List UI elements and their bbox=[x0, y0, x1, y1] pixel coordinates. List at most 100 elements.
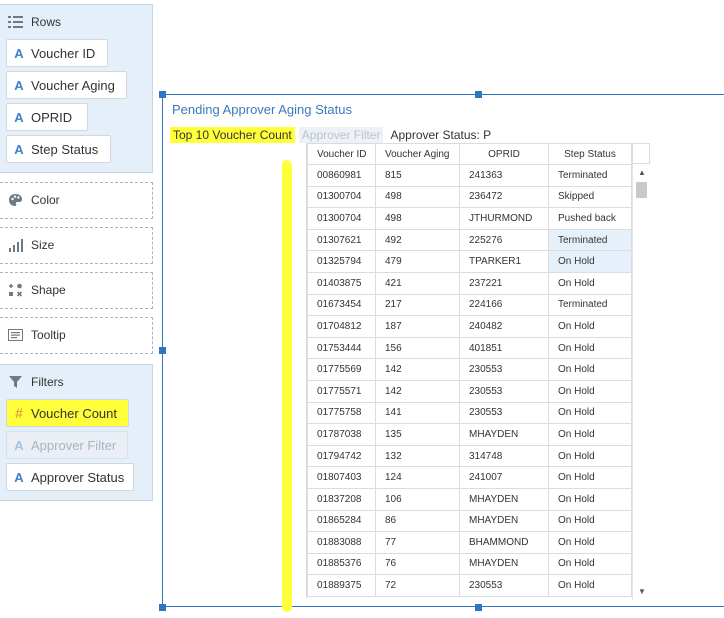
table-cell: 77 bbox=[375, 531, 460, 554]
column-header-voucher-aging[interactable]: Voucher Aging bbox=[375, 143, 460, 165]
pill-label: Step Status bbox=[31, 141, 99, 157]
row-pill-voucher-aging[interactable]: A Voucher Aging bbox=[6, 71, 127, 99]
table-cell: 01794742 bbox=[307, 444, 376, 468]
table-cell: 230553 bbox=[459, 379, 549, 403]
resize-handle-top[interactable] bbox=[475, 91, 482, 98]
table-cell: 01889375 bbox=[307, 574, 376, 597]
pill-label: Voucher Aging bbox=[31, 77, 115, 93]
shape-mark[interactable]: Shape bbox=[0, 272, 153, 309]
color-label: Color bbox=[31, 193, 60, 207]
table-cell: On Hold bbox=[548, 358, 632, 381]
table-row[interactable]: 01775569 142 230553 On Hold bbox=[307, 358, 632, 381]
table-row[interactable]: 01837208 106 MHAYDEN On Hold bbox=[307, 487, 632, 511]
table-cell: On Hold bbox=[548, 574, 632, 597]
table-cell: 72 bbox=[375, 574, 460, 597]
text-field-icon: A bbox=[14, 109, 24, 125]
table-cell: On Hold bbox=[548, 315, 632, 338]
table-row[interactable]: 01787038 135 MHAYDEN On Hold bbox=[307, 423, 632, 446]
table-cell: 225276 bbox=[459, 228, 549, 252]
filter-pill-approver-filter[interactable]: A Approver Filter bbox=[6, 431, 128, 459]
table-cell: 187 bbox=[375, 315, 460, 338]
table-cell: 01300704 bbox=[307, 185, 376, 209]
filters-shelf: Filters # Voucher Count A Approver Filte… bbox=[0, 364, 153, 501]
rows-header: Rows bbox=[8, 15, 61, 29]
table-cell: 01807403 bbox=[307, 466, 376, 489]
table-cell: 01837208 bbox=[307, 487, 376, 511]
table-cell: 498 bbox=[375, 207, 460, 230]
row-pill-voucher-id[interactable]: A Voucher ID bbox=[6, 39, 108, 67]
table-row[interactable]: 00860981 815 241363 Terminated bbox=[307, 164, 632, 187]
table-row[interactable]: 01807403 124 241007 On Hold bbox=[307, 466, 632, 489]
table-cell: On Hold bbox=[548, 509, 632, 533]
row-pill-step-status[interactable]: A Step Status bbox=[6, 135, 111, 163]
filter-chips: Top 10 Voucher Count Approver Filter App… bbox=[170, 127, 494, 143]
text-field-icon: A bbox=[14, 141, 24, 157]
table-cell: 01775571 bbox=[307, 379, 376, 403]
table-cell: 132 bbox=[375, 444, 460, 468]
column-header-voucher-id[interactable]: Voucher ID bbox=[307, 143, 376, 165]
table-cell: Terminated bbox=[548, 228, 632, 252]
filter-chip-top10[interactable]: Top 10 Voucher Count bbox=[170, 127, 295, 143]
visualization-title: Pending Approver Aging Status bbox=[172, 102, 352, 117]
table-row[interactable]: 01889375 72 230553 On Hold bbox=[307, 574, 632, 597]
highlight-marker bbox=[282, 160, 292, 612]
table-cell: BHAMMOND bbox=[459, 531, 549, 554]
table-cell: 241007 bbox=[459, 466, 549, 489]
color-mark[interactable]: Color bbox=[0, 182, 153, 219]
table-cell: On Hold bbox=[548, 487, 632, 511]
table-row[interactable]: 01775571 142 230553 On Hold bbox=[307, 379, 632, 403]
table-cell: On Hold bbox=[548, 271, 632, 295]
table-cell: 01307621 bbox=[307, 228, 376, 252]
column-header-step-status[interactable]: Step Status bbox=[548, 143, 632, 165]
scrollbar-thumb[interactable] bbox=[636, 182, 647, 198]
filter-pill-voucher-count[interactable]: # Voucher Count bbox=[6, 399, 129, 427]
table-cell: 498 bbox=[375, 185, 460, 209]
table-cell: 106 bbox=[375, 487, 460, 511]
row-pill-oprid[interactable]: A OPRID bbox=[6, 103, 88, 131]
size-mark[interactable]: Size bbox=[0, 227, 153, 264]
filter-chip-approver-filter[interactable]: Approver Filter bbox=[298, 127, 384, 143]
scroll-down-icon[interactable]: ▼ bbox=[638, 587, 646, 596]
resize-handle-bottom[interactable] bbox=[475, 604, 482, 611]
tooltip-mark[interactable]: Tooltip bbox=[0, 317, 153, 354]
table-cell: TPARKER1 bbox=[459, 250, 549, 273]
table-row[interactable]: 01307621 492 225276 Terminated bbox=[307, 228, 632, 252]
table-cell: 142 bbox=[375, 379, 460, 403]
table-cell: Terminated bbox=[548, 293, 632, 317]
table-row[interactable]: 01885376 76 MHAYDEN On Hold bbox=[307, 552, 632, 576]
column-header-oprid[interactable]: OPRID bbox=[459, 143, 549, 165]
table-row[interactable]: 01865284 86 MHAYDEN On Hold bbox=[307, 509, 632, 533]
table-cell: 01300704 bbox=[307, 207, 376, 230]
table-row[interactable]: 01300704 498 236472 Skipped bbox=[307, 185, 632, 209]
filter-pill-approver-status[interactable]: A Approver Status bbox=[6, 463, 134, 491]
table-row[interactable]: 01775758 141 230553 On Hold bbox=[307, 401, 632, 425]
table-cell: 01787038 bbox=[307, 423, 376, 446]
table-row[interactable]: 01325794 479 TPARKER1 On Hold bbox=[307, 250, 632, 273]
table-row[interactable]: 01300704 498 JTHURMOND Pushed back bbox=[307, 207, 632, 230]
filter-chip-approver-status[interactable]: Approver Status: P bbox=[387, 127, 494, 143]
table-cell: Terminated bbox=[548, 164, 632, 187]
table-cell: 86 bbox=[375, 509, 460, 533]
text-field-icon: A bbox=[14, 45, 24, 61]
resize-handle-tl[interactable] bbox=[159, 91, 166, 98]
resize-handle-bl[interactable] bbox=[159, 604, 166, 611]
table-cell: 230553 bbox=[459, 358, 549, 381]
table-cell: 141 bbox=[375, 401, 460, 425]
table-scrollbar[interactable]: ▲ ▼ bbox=[632, 164, 650, 600]
filters-header-label: Filters bbox=[31, 375, 64, 389]
table-row[interactable]: 01753444 156 401851 On Hold bbox=[307, 336, 632, 360]
table-row[interactable]: 01673454 217 224166 Terminated bbox=[307, 293, 632, 317]
table-row[interactable]: 01883088 77 BHAMMOND On Hold bbox=[307, 531, 632, 554]
table-cell: 815 bbox=[375, 164, 460, 187]
table-row[interactable]: 01403875 421 237221 On Hold bbox=[307, 271, 632, 295]
pill-label: OPRID bbox=[31, 109, 73, 125]
table-row[interactable]: 01794742 132 314748 On Hold bbox=[307, 444, 632, 468]
scroll-up-icon[interactable]: ▲ bbox=[638, 168, 646, 177]
table-cell: On Hold bbox=[548, 423, 632, 446]
resize-handle-left[interactable] bbox=[159, 347, 166, 354]
text-field-icon: A bbox=[14, 469, 24, 485]
table-cell: 217 bbox=[375, 293, 460, 317]
table-cell: JTHURMOND bbox=[459, 207, 549, 230]
table-row[interactable]: 01704812 187 240482 On Hold bbox=[307, 315, 632, 338]
table-cell: Skipped bbox=[548, 185, 632, 209]
